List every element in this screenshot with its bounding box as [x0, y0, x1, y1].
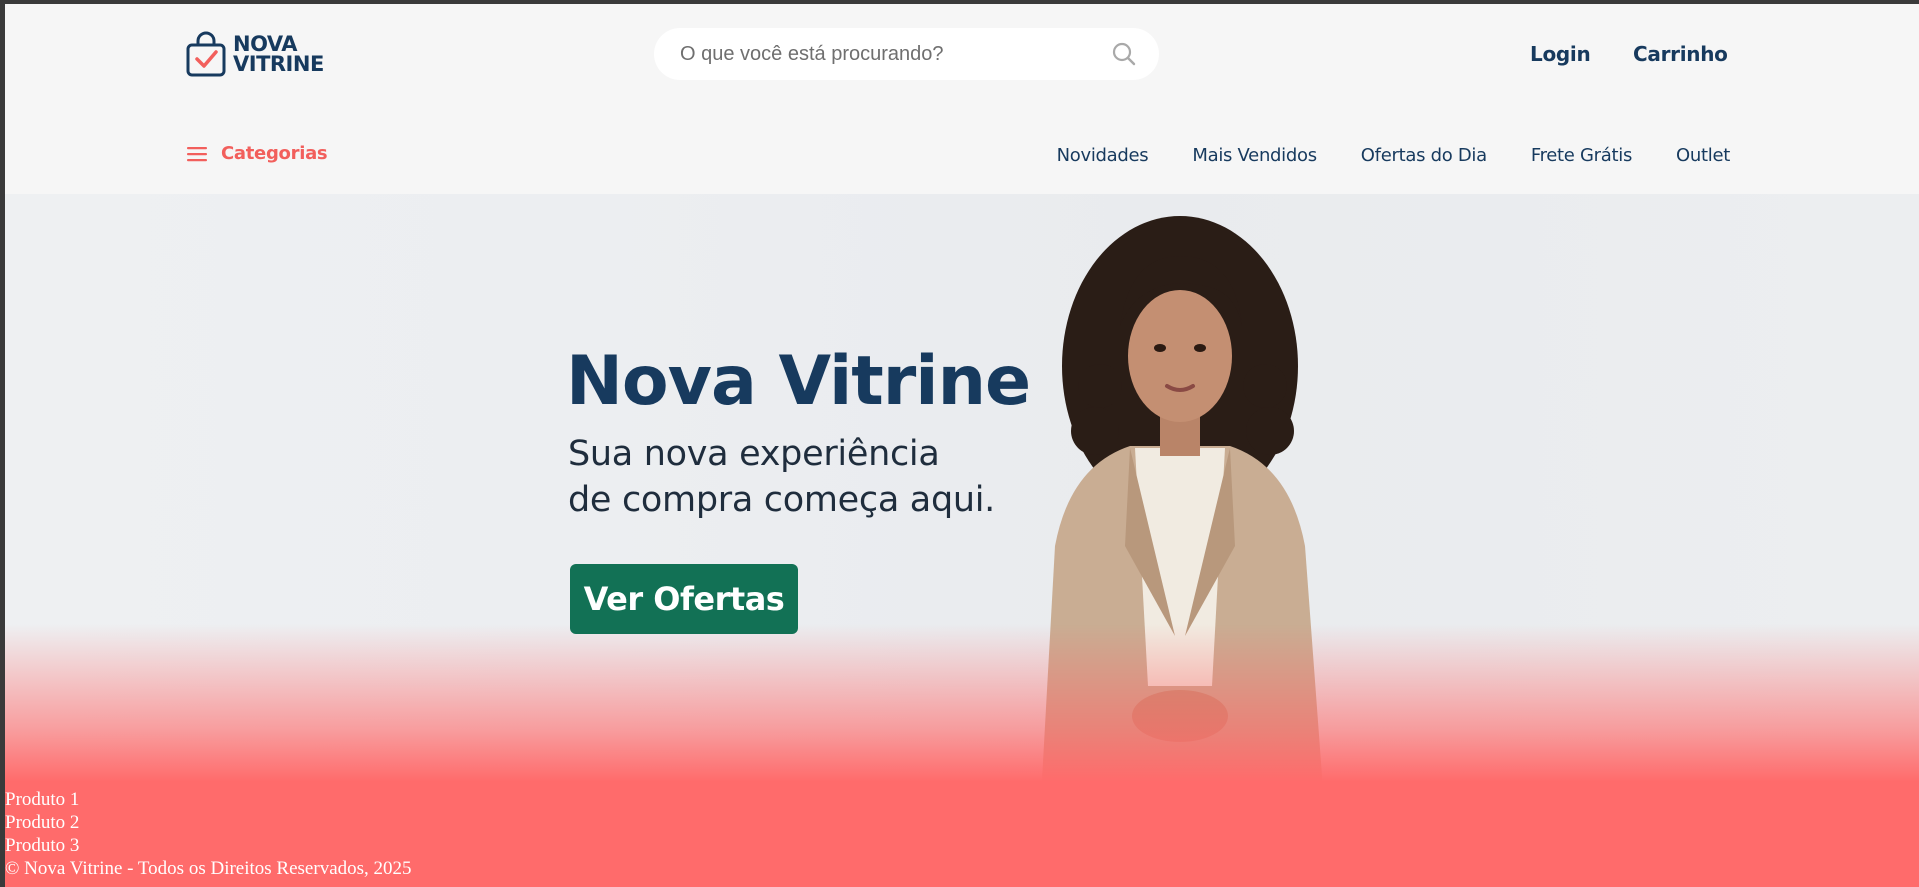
product-item-3: Produto 3	[5, 835, 80, 856]
logo-line1: NOVA	[233, 32, 297, 56]
hero-gradient-overlay	[5, 624, 1919, 887]
hero-subtitle-line1: Sua nova experiência	[568, 434, 940, 474]
hero-banner: Nova Vitrine Sua nova experiência de com…	[5, 194, 1919, 887]
hero-subtitle: Sua nova experiência de compra começa aq…	[568, 431, 995, 523]
cart-link[interactable]: Carrinho	[1633, 42, 1728, 66]
shopping-bag-icon	[186, 31, 226, 77]
search-bar	[654, 28, 1159, 80]
product-item-2: Produto 2	[5, 812, 80, 833]
nav-item-frete-gratis[interactable]: Frete Grátis	[1531, 145, 1633, 166]
nav-item-outlet[interactable]: Outlet	[1676, 145, 1730, 166]
hero-title: Nova Vitrine	[566, 342, 1031, 421]
logo-text: NOVA VITRINE	[233, 32, 324, 76]
search-input[interactable]	[680, 42, 1111, 66]
browser-viewport: NOVA VITRINE Login Carrinho Categorias N…	[5, 4, 1919, 887]
login-link[interactable]: Login	[1530, 42, 1591, 66]
menu-icon	[187, 146, 207, 161]
hero-subtitle-line2: de compra começa aqui.	[568, 480, 996, 520]
ver-ofertas-button[interactable]: Ver Ofertas	[570, 564, 798, 634]
categories-label: Categorias	[221, 143, 328, 164]
nav-item-novidades[interactable]: Novidades	[1057, 145, 1149, 166]
nav-item-mais-vendidos[interactable]: Mais Vendidos	[1192, 145, 1317, 166]
categories-menu-button[interactable]: Categorias	[187, 143, 328, 164]
site-logo[interactable]: NOVA VITRINE	[185, 30, 324, 78]
search-icon[interactable]	[1111, 41, 1137, 67]
logo-line2: VITRINE	[233, 52, 324, 76]
main-nav: Novidades Mais Vendidos Ofertas do Dia F…	[1057, 145, 1731, 166]
footer-copyright: © Nova Vitrine - Todos os Direitos Reser…	[5, 858, 412, 879]
product-item-1: Produto 1	[5, 789, 80, 810]
site-header: NOVA VITRINE Login Carrinho Categorias N…	[5, 4, 1919, 194]
nav-item-ofertas-do-dia[interactable]: Ofertas do Dia	[1361, 145, 1487, 166]
